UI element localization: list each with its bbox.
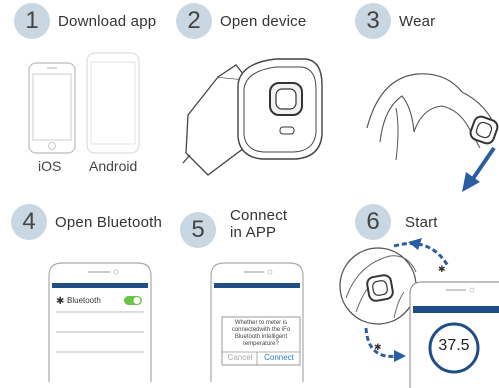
- step-4-label: Open Bluetooth: [55, 213, 163, 231]
- step-2-label: Open device: [220, 12, 307, 30]
- step-1-number: 1: [14, 3, 50, 39]
- step-2-number: 2: [176, 3, 212, 39]
- ios-phone-illustration: [28, 62, 76, 154]
- step-1: 1 Download app: [14, 3, 156, 39]
- bluetooth-phone-illustration: ✱: [48, 262, 152, 382]
- connect-dialog-line3: Bluetooth intelligent: [234, 334, 288, 340]
- step-4: 4 Open Bluetooth: [11, 204, 162, 240]
- step-5-label-line2: in APP: [230, 224, 277, 241]
- ios-caption: iOS: [38, 158, 62, 174]
- cancel-button[interactable]: Cancel: [223, 353, 257, 362]
- step-5: 5 Connect in APP: [180, 200, 287, 248]
- step-6-label: Start: [405, 213, 438, 231]
- step-5-number: 5: [180, 212, 216, 248]
- connect-dialog-line1: Whether to meter is: [234, 320, 288, 326]
- bluetooth-signal-icon: ✱: [438, 265, 446, 275]
- connect-button[interactable]: Connect: [258, 353, 300, 362]
- svg-text:✱: ✱: [374, 343, 382, 353]
- thermometer-device-illustration: [182, 58, 323, 176]
- step-1-label: Download app: [58, 12, 157, 30]
- step-3: 3 Wear: [355, 3, 435, 39]
- step-6-number: 6: [355, 204, 391, 240]
- step-3-label: Wear: [399, 12, 436, 30]
- step-3-number: 3: [355, 3, 391, 39]
- wear-illustration: [366, 73, 499, 192]
- step-6: 6 Start: [355, 204, 438, 240]
- step-2: 2 Open device: [176, 3, 306, 39]
- connect-dialog: Whether to meter is connectedwith the iF…: [223, 320, 299, 348]
- step-4-number: 4: [11, 204, 47, 240]
- step-5-label: Connect in APP: [230, 207, 287, 241]
- connect-dialog-line4: temperature?: [243, 341, 279, 347]
- android-caption: Android: [89, 158, 138, 174]
- connect-dialog-line2: connectedwith the iFo: [231, 327, 291, 333]
- step-5-label-line1: Connect: [230, 207, 288, 224]
- android-phone-illustration: [86, 52, 140, 154]
- bluetooth-setting-label: Bluetooth: [67, 296, 101, 305]
- temperature-reading: 37.5: [438, 337, 470, 354]
- bluetooth-icon: ✱: [56, 296, 64, 307]
- start-illustration: ✱ ✱: [339, 238, 499, 388]
